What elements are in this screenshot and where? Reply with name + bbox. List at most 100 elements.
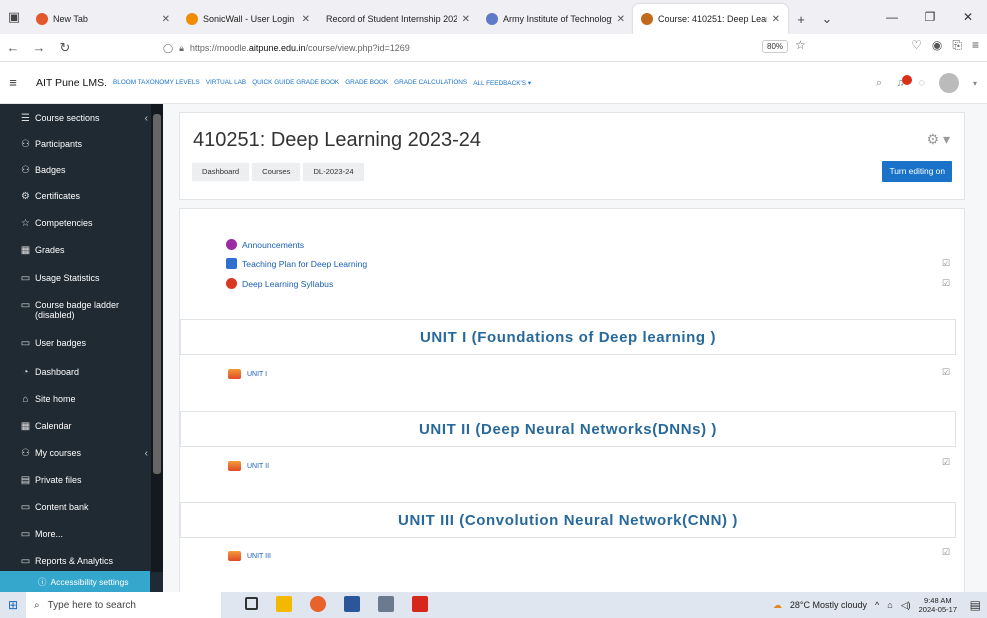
- acrobat-icon[interactable]: [412, 596, 428, 612]
- completion-checkbox[interactable]: ☑: [942, 547, 950, 558]
- sidebar-item-calendar[interactable]: ▦ Calendar: [20, 421, 148, 432]
- menu-link-feedback[interactable]: ALL FEEDBACK'S ▾: [473, 79, 531, 87]
- menu-link-virtual-lab[interactable]: VIRTUAL LAB: [206, 79, 247, 87]
- sidebar-item-my-courses[interactable]: ⚇ My courses ‹: [20, 448, 148, 459]
- gear-icon[interactable]: ⚙ ▾: [927, 131, 950, 148]
- sidebar-item-participants[interactable]: ⚇ Participants: [20, 139, 148, 150]
- sidebar-item-grades[interactable]: ▦ Grades: [20, 245, 148, 256]
- weather-text[interactable]: 28°C Mostly cloudy: [790, 600, 867, 610]
- menu-link-grade-calc[interactable]: GRADE CALCULATIONS: [394, 79, 467, 87]
- participants-icon: ⚇: [21, 139, 30, 150]
- activity-syllabus[interactable]: Deep Learning Syllabus: [226, 278, 333, 289]
- close-icon[interactable]: ✕: [302, 14, 310, 25]
- hamburger-menu-icon[interactable]: ≡: [0, 75, 26, 90]
- breadcrumb-course[interactable]: DL-2023-24: [303, 163, 364, 181]
- windows-start-icon[interactable]: ⊞: [0, 598, 26, 612]
- forum-icon: [226, 239, 237, 250]
- tab-internship-record[interactable]: Record of Student Internship 2020-2 ✕: [318, 4, 478, 34]
- forward-icon[interactable]: →: [26, 40, 52, 55]
- sidebar-item-reports[interactable]: ▭ Reports & Analytics: [20, 556, 148, 567]
- chevron-down-icon[interactable]: ⌄: [814, 4, 840, 34]
- unit-link-1[interactable]: UNIT I: [228, 369, 267, 379]
- brand-title[interactable]: AIT Pune LMS.: [36, 77, 107, 89]
- notification-center-icon[interactable]: ▤: [970, 598, 981, 612]
- activity-teaching-plan[interactable]: Teaching Plan for Deep Learning: [226, 258, 367, 269]
- chevron-down-icon[interactable]: ▾: [973, 79, 977, 88]
- pocket-icon[interactable]: ♡: [911, 38, 922, 53]
- word-icon[interactable]: [344, 596, 360, 612]
- close-icon[interactable]: ✕: [162, 14, 170, 25]
- menu-link-bloom[interactable]: BLOOM TAXONOMY LEVELS: [113, 79, 200, 87]
- avatar[interactable]: [938, 73, 959, 93]
- unit-link-label: UNIT I: [247, 370, 268, 378]
- minimize-icon[interactable]: —: [873, 10, 911, 24]
- task-view-icon[interactable]: [245, 597, 258, 610]
- activity-announcements[interactable]: Announcements: [226, 239, 304, 250]
- firefox-icon[interactable]: [310, 596, 326, 612]
- sidebar-item-more[interactable]: ▭ More...: [20, 529, 148, 540]
- scroll-thumb[interactable]: [153, 114, 161, 474]
- sidebar-item-competencies[interactable]: ☆ Competencies: [20, 218, 148, 229]
- tab-new-tab[interactable]: New Tab ✕: [28, 4, 178, 34]
- sidebar-item-certificates[interactable]: ⚙ Certificates: [20, 191, 148, 202]
- breadcrumb: Dashboard Courses DL-2023-24: [192, 163, 367, 181]
- tab-sonicwall[interactable]: SonicWall - User Login ✕: [178, 4, 318, 34]
- sidebar-item-course-badge-ladder[interactable]: ▭ Course badge ladder (disabled): [20, 300, 148, 320]
- maximize-icon[interactable]: ❐: [911, 10, 949, 24]
- reload-icon[interactable]: ↻: [52, 40, 78, 56]
- back-icon[interactable]: ←: [0, 40, 26, 55]
- folder-icon: ▭: [20, 556, 31, 567]
- accessibility-settings-button[interactable]: ⓘ Accessibility settings: [0, 571, 150, 592]
- tab-list-icon[interactable]: ▣: [0, 0, 28, 34]
- sidebar-item-course-sections[interactable]: ☰ Course sections ‹: [20, 113, 148, 124]
- breadcrumb-dashboard[interactable]: Dashboard: [192, 163, 250, 181]
- tab-label: New Tab: [53, 14, 88, 24]
- search-icon[interactable]: ⌕: [876, 77, 882, 90]
- message-icon[interactable]: ◌: [918, 77, 925, 89]
- sidebar-item-private-files[interactable]: ▤ Private files: [20, 475, 148, 486]
- close-icon[interactable]: ✕: [772, 14, 780, 25]
- close-icon[interactable]: ✕: [462, 14, 470, 25]
- network-icon[interactable]: ⌂: [887, 600, 892, 610]
- tab-army-institute[interactable]: Army Institute of Technology ✕: [478, 4, 633, 34]
- menu-link-quick-guide[interactable]: QUICK GUIDE GRADE BOOK: [252, 79, 339, 87]
- sidebar-item-site-home[interactable]: ⌂ Site home: [20, 394, 148, 405]
- completion-checkbox[interactable]: ☑: [942, 457, 950, 468]
- close-icon[interactable]: ✕: [617, 14, 625, 25]
- chevron-left-icon[interactable]: ‹: [145, 448, 148, 459]
- sidebar-item-usage-statistics[interactable]: ▭ Usage Statistics: [20, 273, 148, 284]
- unit-link-2[interactable]: UNIT II: [228, 461, 269, 471]
- completion-checkbox[interactable]: ☑: [942, 278, 950, 289]
- clock[interactable]: 9:48 AM 2024-05-17: [919, 596, 957, 614]
- notification-bell[interactable]: ♫: [896, 75, 913, 89]
- menu-icon[interactable]: ≡: [972, 38, 979, 53]
- menu-link-grade-book[interactable]: GRADE BOOK: [345, 79, 388, 87]
- close-window-icon[interactable]: ✕: [949, 10, 987, 24]
- address-bar[interactable]: ◯ 🔒︎ https://moodle.aitpune.edu.in/cours…: [163, 38, 803, 58]
- unit-link-3[interactable]: UNIT III: [228, 551, 271, 561]
- account-icon[interactable]: ◉: [932, 38, 942, 53]
- extensions-icon[interactable]: ⎘: [952, 38, 962, 53]
- completion-checkbox[interactable]: ☑: [942, 258, 950, 269]
- app-icon[interactable]: [378, 596, 394, 612]
- zoom-level[interactable]: 80%: [762, 40, 789, 53]
- sidebar-item-user-badges[interactable]: ▭ User badges: [20, 338, 148, 349]
- breadcrumb-courses[interactable]: Courses: [252, 163, 301, 181]
- folder-icon: ▭: [20, 338, 31, 349]
- sidebar-item-content-bank[interactable]: ▭ Content bank: [20, 502, 148, 513]
- new-tab-icon[interactable]: +: [788, 4, 814, 34]
- bookmark-star-icon[interactable]: ☆: [795, 38, 806, 52]
- turn-editing-on-button[interactable]: Turn editing on: [882, 161, 952, 182]
- tray-chevron-icon[interactable]: ^: [875, 600, 879, 610]
- taskbar-search[interactable]: ⌕ Type here to search: [26, 592, 221, 618]
- sidebar-scrollbar[interactable]: [151, 104, 163, 572]
- section-heading-unit-1: UNIT I (Foundations of Deep learning ): [180, 319, 956, 355]
- sidebar-item-dashboard[interactable]: ◔ Dashboard: [20, 367, 148, 378]
- chevron-left-icon[interactable]: ‹: [145, 113, 148, 124]
- completion-checkbox[interactable]: ☑: [942, 367, 950, 378]
- lms-top-nav: ≡ AIT Pune LMS. BLOOM TAXONOMY LEVELS VI…: [0, 62, 987, 104]
- volume-icon[interactable]: ◁): [901, 600, 911, 611]
- sidebar-item-badges[interactable]: ⚇ Badges: [20, 165, 148, 176]
- tab-deep-learning[interactable]: Course: 410251: Deep Learning ✕: [633, 4, 788, 34]
- file-explorer-icon[interactable]: [276, 596, 292, 612]
